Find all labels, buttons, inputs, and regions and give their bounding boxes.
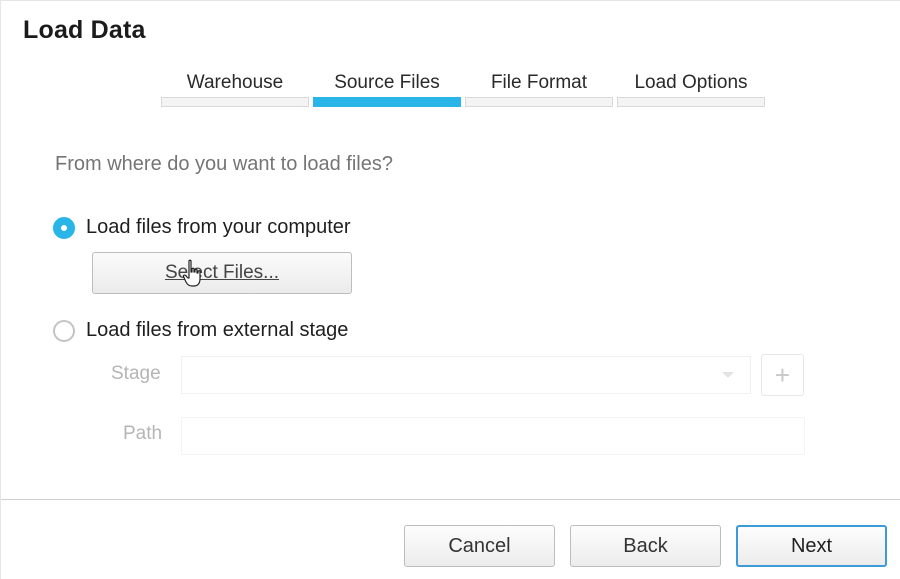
load-data-dialog: Load Data Warehouse Source Files File Fo… bbox=[0, 0, 900, 579]
tab-label: Source Files bbox=[334, 72, 440, 93]
chevron-down-icon bbox=[722, 372, 734, 378]
option-load-from-external-stage[interactable]: Load files from external stage bbox=[53, 319, 348, 342]
tab-label: File Format bbox=[490, 72, 588, 93]
tab-progress-bar bbox=[617, 97, 765, 107]
option-load-from-computer[interactable]: Load files from your computer bbox=[53, 216, 351, 239]
next-button[interactable]: Next bbox=[736, 525, 887, 567]
radio-label-computer: Load files from your computer bbox=[86, 216, 351, 238]
source-question: From where do you want to load files? bbox=[55, 153, 393, 175]
select-files-button[interactable]: Select Files... bbox=[92, 252, 352, 294]
tab-load-options[interactable]: Load Options bbox=[617, 71, 765, 107]
path-label: Path bbox=[123, 423, 163, 444]
tab-progress-bar bbox=[313, 97, 461, 107]
tab-progress-bar bbox=[465, 97, 613, 107]
wizard-steps: Warehouse Source Files File Format Load … bbox=[161, 71, 765, 107]
stage-select[interactable] bbox=[181, 356, 751, 394]
tab-label: Load Options bbox=[634, 72, 748, 93]
dialog-title: Load Data bbox=[23, 16, 146, 44]
radio-label-external: Load files from external stage bbox=[86, 319, 349, 341]
cancel-button[interactable]: Cancel bbox=[404, 525, 555, 567]
tab-progress-bar bbox=[161, 97, 309, 107]
footer-divider bbox=[1, 499, 900, 500]
tab-label: Warehouse bbox=[186, 72, 284, 93]
path-input[interactable] bbox=[181, 417, 805, 455]
tab-warehouse[interactable]: Warehouse bbox=[161, 71, 309, 107]
tab-source-files[interactable]: Source Files bbox=[313, 71, 461, 107]
stage-label: Stage bbox=[111, 363, 161, 384]
back-button[interactable]: Back bbox=[570, 525, 721, 567]
radio-computer[interactable] bbox=[53, 216, 75, 239]
add-stage-button[interactable]: + bbox=[761, 354, 804, 396]
hand-pointer-icon bbox=[182, 259, 201, 287]
radio-external-stage[interactable] bbox=[53, 319, 75, 342]
tab-file-format[interactable]: File Format bbox=[465, 71, 613, 107]
